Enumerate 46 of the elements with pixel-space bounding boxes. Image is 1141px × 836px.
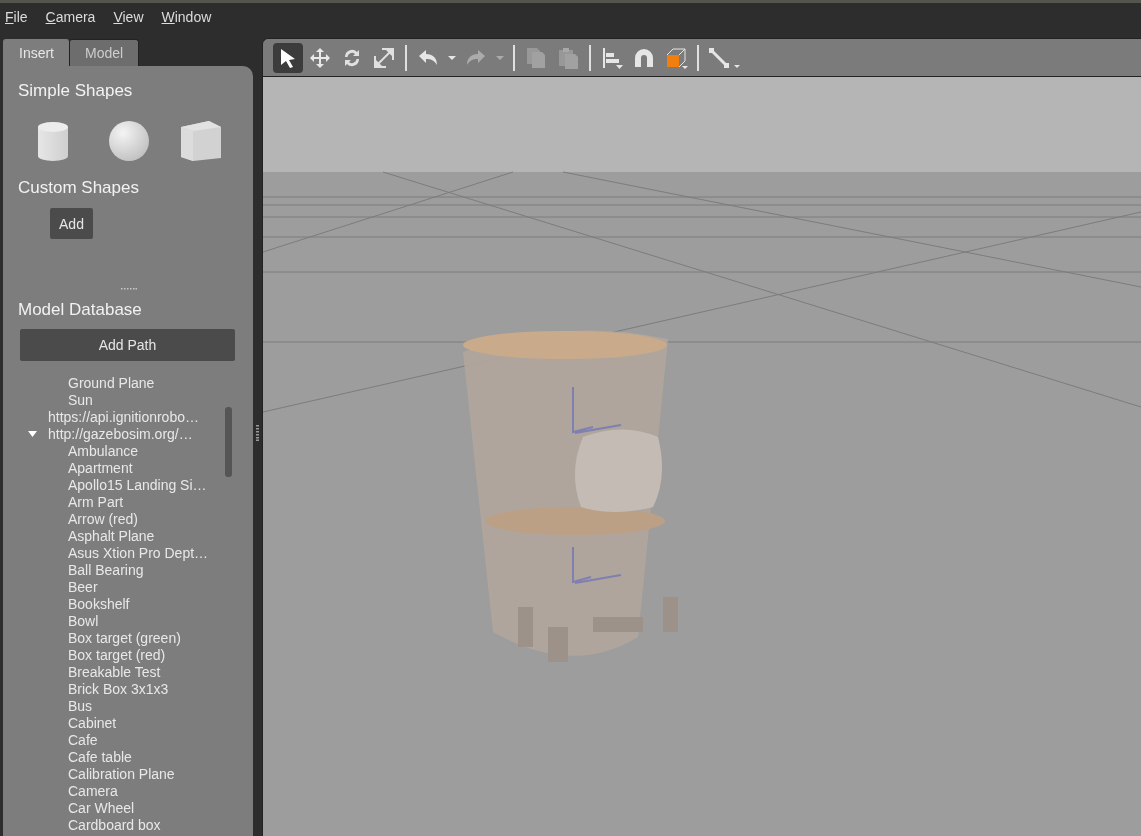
tab[interactable]: Model [69, 39, 140, 66]
splitter-handle-icon[interactable] [121, 287, 137, 290]
tree-item[interactable]: Beer [68, 578, 98, 595]
section-title: Custom Shapes [18, 178, 140, 198]
tree-item[interactable]: http://gazebosim.org/… [48, 425, 193, 442]
menu-item[interactable]: Camera [45, 8, 96, 25]
add-path-button[interactable]: Add Path [20, 329, 235, 361]
tab[interactable]: Insert [3, 39, 69, 66]
tree-item[interactable]: Cardboard box [68, 816, 161, 833]
tree-item[interactable]: Bookshelf [68, 595, 130, 612]
tree-item[interactable]: Ball Bearing [68, 561, 144, 578]
tree-item[interactable]: Brick Box 3x1x3 [68, 680, 169, 697]
section-title: Model Database [18, 300, 143, 320]
tree-item[interactable]: Sun [68, 391, 93, 408]
tree-item[interactable]: Arm Part [68, 493, 124, 510]
add-button[interactable]: Add [50, 208, 93, 239]
tree-item[interactable]: Apollo15 Landing Si… [68, 476, 207, 493]
menu-item[interactable]: File [5, 8, 28, 25]
tree-item[interactable]: Ambulance [68, 442, 139, 459]
menu-item[interactable]: View [113, 8, 144, 25]
tree-item[interactable]: Asus Xtion Pro Dept… [68, 544, 209, 561]
tree-item[interactable]: Breakable Test [68, 663, 161, 680]
tree-item[interactable]: Apartment [68, 459, 133, 476]
tree-item[interactable]: Bowl [68, 612, 99, 629]
tree-item[interactable]: Camera [68, 782, 118, 799]
tree-item[interactable]: Cabinet [68, 714, 117, 731]
sphere-icon[interactable] [109, 121, 149, 161]
dropdown-caret-icon[interactable] [448, 55, 456, 60]
tree-item[interactable]: Car Wheel [68, 799, 135, 816]
tree-item[interactable]: Box target (red) [68, 646, 166, 663]
tree-item[interactable]: Arrow (red) [68, 510, 138, 527]
tree-item[interactable]: Asphalt Plane [68, 527, 155, 544]
section-title: Simple Shapes [18, 81, 134, 101]
tree-item[interactable]: Bus [68, 697, 93, 714]
splitter-handle-icon[interactable] [256, 425, 259, 441]
menu-item[interactable]: Window [161, 8, 212, 25]
tree-item[interactable]: Cafe table [68, 748, 132, 765]
tree-item[interactable]: Ground Plane [68, 374, 155, 391]
cylinder-icon[interactable] [37, 120, 69, 162]
tree-item[interactable]: Calibration Plane [68, 765, 175, 782]
tree-item[interactable]: Box target (green) [68, 629, 181, 646]
scrollbar[interactable] [225, 407, 232, 477]
expanded-arrow-icon[interactable] [28, 430, 37, 437]
box-icon[interactable] [181, 121, 221, 161]
tree-item[interactable]: Cafe [68, 731, 98, 748]
tree-item[interactable]: https://api.ignitionrobo… [48, 408, 199, 425]
